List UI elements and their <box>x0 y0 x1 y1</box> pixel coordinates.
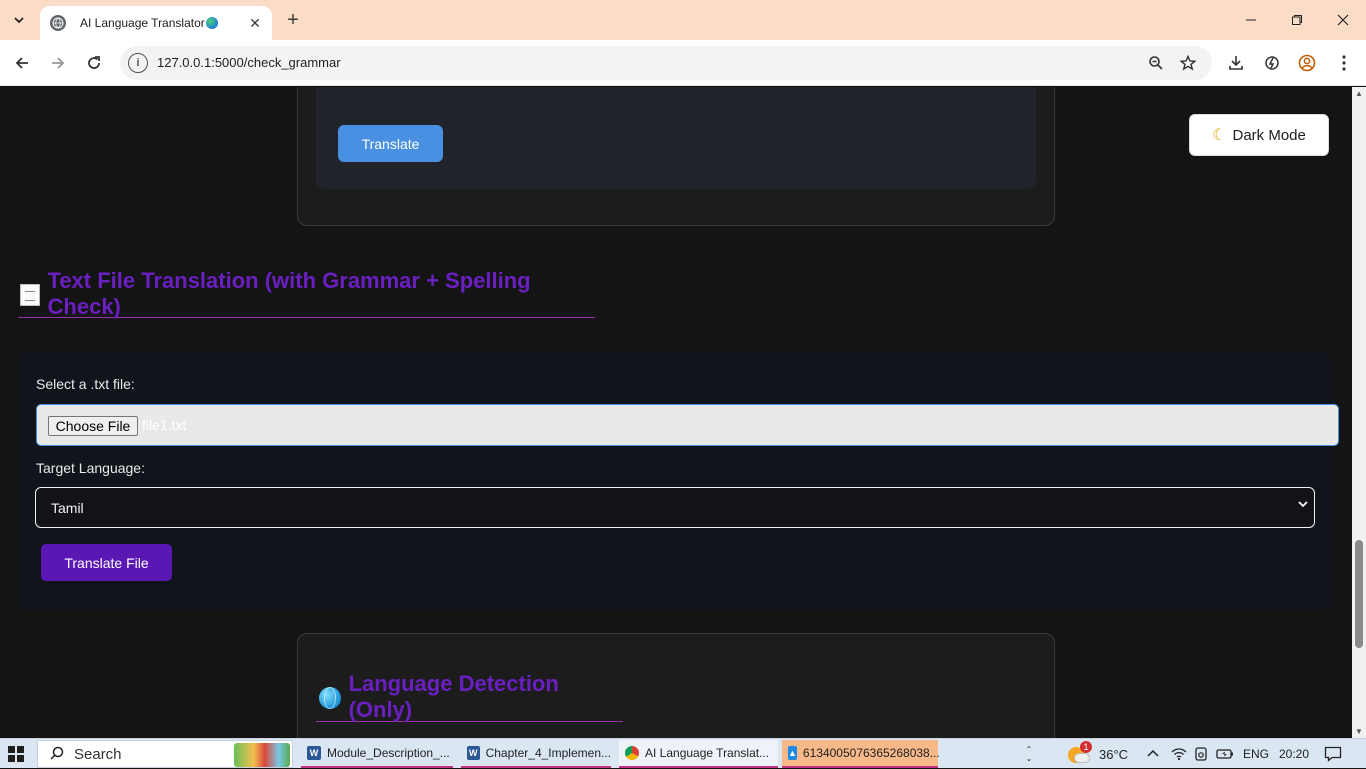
url-text[interactable]: 127.0.0.1:5000/check_grammar <box>157 55 341 70</box>
taskbar-app-module-description[interactable]: W Module_Description_... <box>301 740 453 768</box>
document-icon <box>20 284 40 306</box>
selected-file-name: file1.txt <box>142 417 187 433</box>
weather-widget[interactable]: 1 36°C <box>1066 739 1128 769</box>
tab-search-button[interactable] <box>6 8 32 32</box>
battery-icon[interactable] <box>1216 739 1234 769</box>
translate-button[interactable]: Translate <box>338 125 443 162</box>
profile-icon[interactable] <box>1295 51 1319 75</box>
globe-emoji-icon <box>205 17 218 29</box>
close-tab-icon[interactable]: ✕ <box>246 14 264 32</box>
word-icon: W <box>467 746 480 760</box>
browser-tab[interactable]: AI Language Translator ✕ <box>40 6 272 40</box>
chevron-down-icon: ⌄ <box>1025 754 1033 763</box>
taskbar-app-chrome[interactable]: AI Language Translat... <box>619 740 778 768</box>
minimize-icon[interactable] <box>1228 0 1274 40</box>
chevron-down-icon <box>1298 499 1308 512</box>
language-detection-heading: Language Detection (Only) <box>316 671 623 722</box>
bookmark-star-icon[interactable] <box>1177 52 1199 74</box>
browser-toolbar: i 127.0.0.1:5000/check_grammar <box>0 40 1366 86</box>
tray-scroll-arrows[interactable]: ⌃ ⌄ <box>1022 739 1036 769</box>
moon-icon: ☾ <box>1212 127 1227 144</box>
zoom-icon[interactable] <box>1145 52 1167 74</box>
site-info-icon[interactable]: i <box>128 53 148 73</box>
close-window-icon[interactable] <box>1320 0 1366 40</box>
search-icon <box>50 746 64 763</box>
text-translation-card: Translate <box>297 87 1055 226</box>
chevron-up-icon <box>1147 749 1159 757</box>
address-bar[interactable]: i 127.0.0.1:5000/check_grammar <box>120 46 1212 80</box>
globe-icon <box>319 686 341 709</box>
forward-arrow-icon[interactable] <box>44 49 72 77</box>
scrollbar-thumb[interactable] <box>1355 540 1363 648</box>
windows-taskbar: Search W Module_Description_... W Chapte… <box>0 738 1366 768</box>
download-icon[interactable] <box>1224 51 1248 75</box>
performance-icon[interactable] <box>1260 51 1284 75</box>
file-input[interactable]: Choose File file1.txt <box>36 404 1339 446</box>
restore-icon[interactable] <box>1274 0 1320 40</box>
dark-mode-button[interactable]: ☾ Dark Mode <box>1189 114 1329 156</box>
dark-mode-label: Dark Mode <box>1232 126 1306 144</box>
image-viewer-icon: ▲ <box>788 746 797 760</box>
text-translation-panel: Translate <box>316 87 1036 189</box>
globe-favicon-icon <box>50 15 66 31</box>
chevron-down-icon <box>14 17 24 24</box>
taskbar-app-label: Chapter_4_Implemen... <box>485 746 611 760</box>
target-language-label: Target Language: <box>36 460 145 476</box>
target-language-select[interactable]: Tamil <box>35 487 1315 528</box>
weather-temperature: 36°C <box>1099 746 1129 762</box>
page-scrollbar[interactable]: ▲ ▼ <box>1352 87 1366 738</box>
menu-kebab-icon[interactable] <box>1332 51 1356 75</box>
taskbar-app-label: AI Language Translat... <box>645 746 770 760</box>
file-translation-form: Select a .txt file: Choose File file1.tx… <box>18 353 1339 610</box>
show-hidden-icons[interactable] <box>1146 739 1160 769</box>
language-detection-card: Language Detection (Only) <box>297 633 1055 738</box>
page-viewport: Translate ☾ Dark Mode Text File Translat… <box>0 87 1352 738</box>
input-language[interactable]: ENG <box>1243 739 1269 769</box>
file-translation-heading: Text File Translation (with Grammar + Sp… <box>18 268 595 319</box>
weather-icon: 1 <box>1066 741 1092 765</box>
taskbar-app-image-viewer[interactable]: ▲ 6134005076365268038... <box>782 740 940 768</box>
speaker-icon[interactable] <box>1194 739 1208 769</box>
file-translation-title: Text File Translation (with Grammar + Sp… <box>47 268 531 319</box>
scroll-down-icon[interactable]: ▼ <box>1355 727 1363 736</box>
taskbar-app-chapter-4[interactable]: W Chapter_4_Implemen... <box>461 740 611 768</box>
scroll-up-icon[interactable]: ▲ <box>1355 89 1363 98</box>
new-tab-button[interactable]: + <box>282 9 304 31</box>
select-file-label: Select a .txt file: <box>36 376 135 392</box>
wifi-icon[interactable] <box>1171 739 1187 769</box>
windows-start-icon[interactable] <box>8 746 24 762</box>
chevron-up-icon: ⌃ <box>1025 745 1033 754</box>
target-language-value: Tamil <box>51 500 84 516</box>
language-detection-title: Language Detection (Only) <box>348 670 559 722</box>
weather-badge: 1 <box>1080 741 1092 753</box>
tab-strip: AI Language Translator ✕ + <box>0 0 1366 40</box>
chrome-icon <box>625 746 639 760</box>
back-arrow-icon[interactable] <box>8 49 36 77</box>
taskbar-app-label: Module_Description_... <box>327 746 450 760</box>
notification-icon[interactable] <box>1324 739 1342 769</box>
word-icon: W <box>307 746 321 760</box>
search-placeholder: Search <box>74 745 122 763</box>
taskbar-search[interactable]: Search <box>37 740 293 768</box>
translate-file-button[interactable]: Translate File <box>41 544 172 581</box>
search-highlight-image <box>234 743 290 767</box>
taskbar-app-label: 6134005076365268038... <box>802 746 940 760</box>
tab-title: AI Language Translator <box>80 16 218 30</box>
choose-file-button[interactable]: Choose File <box>48 416 138 436</box>
clock[interactable]: 20:20 <box>1279 739 1309 769</box>
reload-icon[interactable] <box>80 49 108 77</box>
